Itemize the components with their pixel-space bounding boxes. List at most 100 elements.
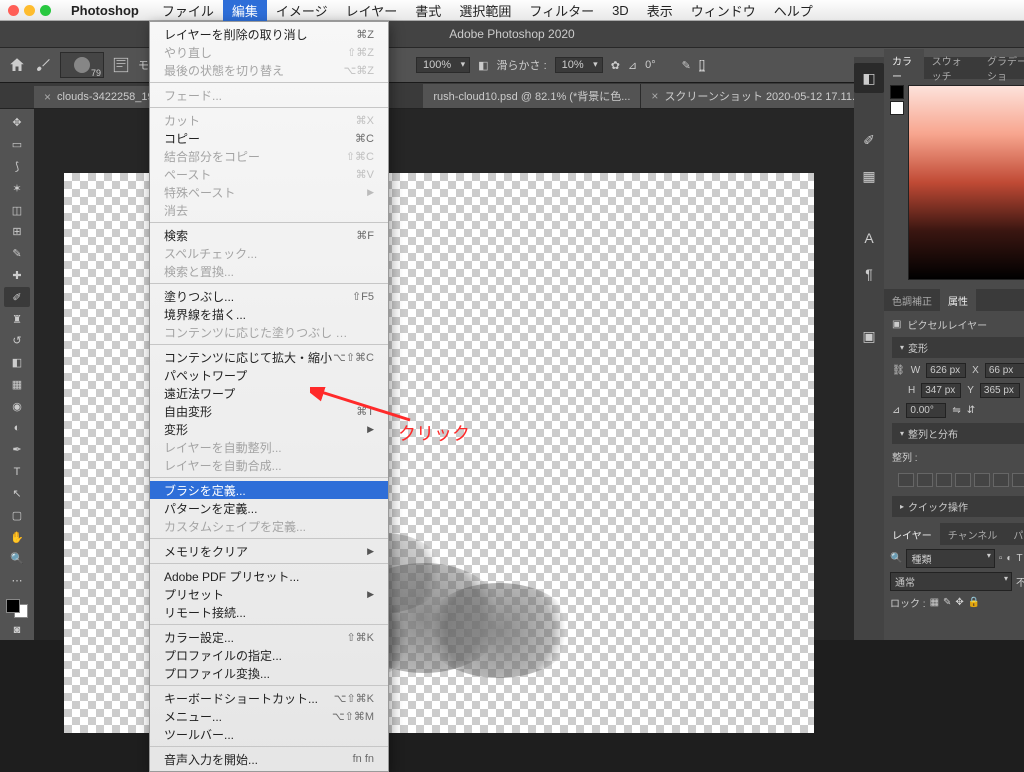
color-panel-icon[interactable]: ◧: [854, 63, 884, 93]
history-brush-tool-icon[interactable]: ↺: [4, 331, 30, 351]
pen-tool-icon[interactable]: ✒: [4, 440, 30, 460]
filter-adjust-icon[interactable]: ◐: [1006, 553, 1012, 564]
menu-item[interactable]: リモート接続...: [150, 603, 388, 621]
type-tool-icon[interactable]: T: [4, 462, 30, 482]
menu-file[interactable]: ファイル: [153, 0, 223, 22]
menu-item[interactable]: キーボードショートカット...⌥⇧⌘K: [150, 689, 388, 707]
rotation-field[interactable]: 0.00°: [906, 403, 946, 418]
menu-item[interactable]: ツールバー...: [150, 725, 388, 743]
character-panel-icon[interactable]: A: [854, 223, 884, 253]
menu-window[interactable]: ウィンドウ: [682, 0, 765, 22]
eyedropper-tool-icon[interactable]: ✎: [4, 244, 30, 264]
menu-view[interactable]: 表示: [638, 0, 682, 22]
move-tool-icon[interactable]: ✥: [4, 113, 30, 133]
gear-icon[interactable]: ✿: [611, 59, 620, 72]
tab-paths[interactable]: パス: [1005, 523, 1024, 546]
align-hcenter-icon[interactable]: [917, 473, 933, 487]
close-icon[interactable]: ×: [44, 90, 51, 104]
menu-item[interactable]: Adobe PDF プリセット...: [150, 567, 388, 585]
opacity-select[interactable]: 100%: [416, 57, 470, 73]
close-window-icon[interactable]: [8, 5, 19, 16]
brush-tool-icon[interactable]: ✐: [4, 287, 30, 307]
height-field[interactable]: 347 px: [921, 383, 961, 398]
lock-transparent-icon[interactable]: ▦: [930, 597, 939, 608]
menu-layer[interactable]: レイヤー: [337, 0, 407, 22]
eraser-tool-icon[interactable]: ◧: [4, 353, 30, 373]
brush-panel-icon[interactable]: [112, 56, 130, 74]
layer-filter-select[interactable]: 種類: [906, 549, 994, 568]
menu-item[interactable]: 音声入力を開始...fn fn: [150, 750, 388, 768]
tab-properties[interactable]: 属性: [940, 289, 976, 312]
flow-select[interactable]: 10%: [555, 57, 603, 73]
minimize-window-icon[interactable]: [24, 5, 35, 16]
menu-item[interactable]: パペットワープ: [150, 366, 388, 384]
quickmask-icon[interactable]: ◙: [4, 620, 30, 640]
menu-filter[interactable]: フィルター: [520, 0, 603, 22]
gradient-tool-icon[interactable]: ▦: [4, 375, 30, 395]
menu-3d[interactable]: 3D: [603, 1, 638, 20]
brushes-panel-icon[interactable]: ✐: [854, 125, 884, 155]
color-swatches[interactable]: [6, 599, 28, 619]
distribute-icon[interactable]: [1012, 473, 1024, 487]
blur-tool-icon[interactable]: ◉: [4, 396, 30, 416]
menu-item[interactable]: 遠近法ワープ: [150, 384, 388, 402]
menu-select[interactable]: 選択範囲: [450, 0, 520, 22]
lock-paint-icon[interactable]: ✎: [943, 597, 951, 608]
quick-actions-header[interactable]: ▸クイック操作: [892, 496, 1024, 517]
menu-item[interactable]: 変形: [150, 420, 388, 438]
swatches-panel-icon[interactable]: ▦: [854, 161, 884, 191]
path-tool-icon[interactable]: ↖: [4, 484, 30, 504]
y-field[interactable]: 365 px: [980, 383, 1020, 398]
blend-mode-select[interactable]: 通常: [890, 572, 1012, 591]
hand-tool-icon[interactable]: ✋: [4, 527, 30, 547]
menu-edit[interactable]: 編集: [223, 0, 267, 22]
lasso-tool-icon[interactable]: ⟆: [4, 157, 30, 177]
menu-item[interactable]: パターンを定義...: [150, 499, 388, 517]
tab-channels[interactable]: チャンネル: [940, 523, 1006, 546]
crop-tool-icon[interactable]: ◫: [4, 200, 30, 220]
link-icon[interactable]: ⛓: [892, 365, 905, 376]
menu-item[interactable]: 検索⌘F: [150, 226, 388, 244]
menu-item[interactable]: メニュー...⌥⇧⌘M: [150, 707, 388, 725]
align-left-icon[interactable]: [898, 473, 914, 487]
search-icon[interactable]: 🔍: [890, 553, 902, 564]
paragraph-panel-icon[interactable]: ¶: [854, 259, 884, 289]
dodge-tool-icon[interactable]: ◐: [4, 418, 30, 438]
menu-item[interactable]: コンテンツに応じて拡大・縮小⌥⇧⌘C: [150, 348, 388, 366]
menu-item[interactable]: メモリをクリア: [150, 542, 388, 560]
lock-all-icon[interactable]: 🔒: [968, 597, 980, 608]
width-field[interactable]: 626 px: [926, 363, 966, 378]
tab-adjustments[interactable]: 色調補正: [884, 289, 940, 312]
tab-layers[interactable]: レイヤー: [884, 523, 940, 546]
menu-image[interactable]: イメージ: [267, 0, 337, 22]
align-right-icon[interactable]: [936, 473, 952, 487]
pressure-opacity-icon[interactable]: ◧: [478, 59, 488, 72]
menu-help[interactable]: ヘルプ: [765, 0, 822, 22]
menu-item[interactable]: プロファイル変換...: [150, 664, 388, 682]
menu-item[interactable]: カラー設定...⇧⌘K: [150, 628, 388, 646]
healing-tool-icon[interactable]: ✚: [4, 266, 30, 286]
maximize-window-icon[interactable]: [40, 5, 51, 16]
menu-item[interactable]: プロファイルの指定...: [150, 646, 388, 664]
menu-item[interactable]: 境界線を描く...: [150, 305, 388, 323]
menu-item[interactable]: コピー⌘C: [150, 129, 388, 147]
pressure-size-icon[interactable]: ✎: [682, 59, 691, 72]
libraries-panel-icon[interactable]: ▣: [854, 321, 884, 351]
marquee-tool-icon[interactable]: ▭: [4, 135, 30, 155]
document-tab[interactable]: ×スクリーンショット 2020-05-12 17.11.53.png @ 50%…: [641, 84, 861, 108]
menu-item[interactable]: ブラシを定義...: [150, 481, 388, 499]
menu-item[interactable]: 塗りつぶし...⇧F5: [150, 287, 388, 305]
align-top-icon[interactable]: [955, 473, 971, 487]
color-picker[interactable]: [884, 79, 1024, 289]
flip-v-icon[interactable]: ⇵: [967, 405, 975, 416]
symmetry-icon[interactable]: ⦋⦌: [699, 59, 705, 72]
stamp-tool-icon[interactable]: ♜: [4, 309, 30, 329]
edit-toolbar-icon[interactable]: ⋯: [4, 571, 30, 591]
menu-item[interactable]: レイヤーを削除の取り消し⌘Z: [150, 25, 388, 43]
menu-type[interactable]: 書式: [406, 0, 450, 22]
brush-preset-picker[interactable]: 79: [60, 52, 104, 78]
frame-tool-icon[interactable]: ⊞: [4, 222, 30, 242]
menu-item[interactable]: プリセット: [150, 585, 388, 603]
menu-item[interactable]: 自由変形⌘T: [150, 402, 388, 420]
close-icon[interactable]: ×: [651, 89, 658, 103]
